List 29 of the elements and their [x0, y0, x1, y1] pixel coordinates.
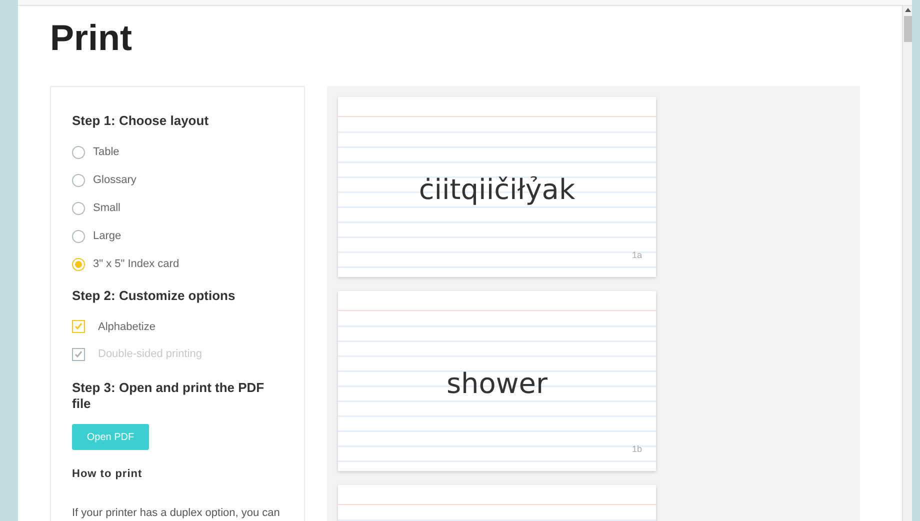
radio-button[interactable]: [72, 230, 85, 243]
checkmark-icon: [74, 350, 83, 359]
step-heading: Step 1: Choose layout: [72, 113, 210, 129]
scrollbar[interactable]: [902, 6, 912, 521]
option-label: 3" x 5" Index card: [93, 256, 180, 272]
card-word: ċiitqiičiłỷak: [418, 172, 576, 208]
option-label: Table: [93, 144, 120, 160]
step-heading: Step 3: Open and print the PDF file: [72, 380, 266, 412]
option-label: Double-sided printing: [98, 347, 202, 362]
checkmark-icon: [74, 322, 83, 332]
option-label: Small: [93, 200, 121, 216]
scroll-up-icon[interactable]: [904, 8, 910, 12]
page-title: Print: [50, 20, 134, 56]
radio-button[interactable]: [72, 258, 85, 271]
section-heading: How to print: [72, 467, 144, 482]
radio-button[interactable]: [72, 146, 85, 159]
option-label: Alphabetize: [98, 320, 156, 335]
option-label: Large: [93, 228, 122, 244]
scrollbar-thumb[interactable]: [904, 16, 912, 42]
step-heading: Step 2: Customize options: [72, 288, 236, 304]
card-word: shower: [445, 366, 549, 402]
radio-button[interactable]: [72, 174, 85, 187]
instructions-text: If your printer has a duplex option, you can: [72, 506, 281, 521]
radio-button[interactable]: [72, 202, 85, 215]
open-pdf-button[interactable]: Open PDF: [72, 424, 149, 450]
card-number: 1b: [632, 442, 642, 456]
checkbox[interactable]: [72, 320, 85, 334]
card-number: 1a: [632, 248, 642, 262]
option-label: Glossary: [93, 172, 136, 188]
